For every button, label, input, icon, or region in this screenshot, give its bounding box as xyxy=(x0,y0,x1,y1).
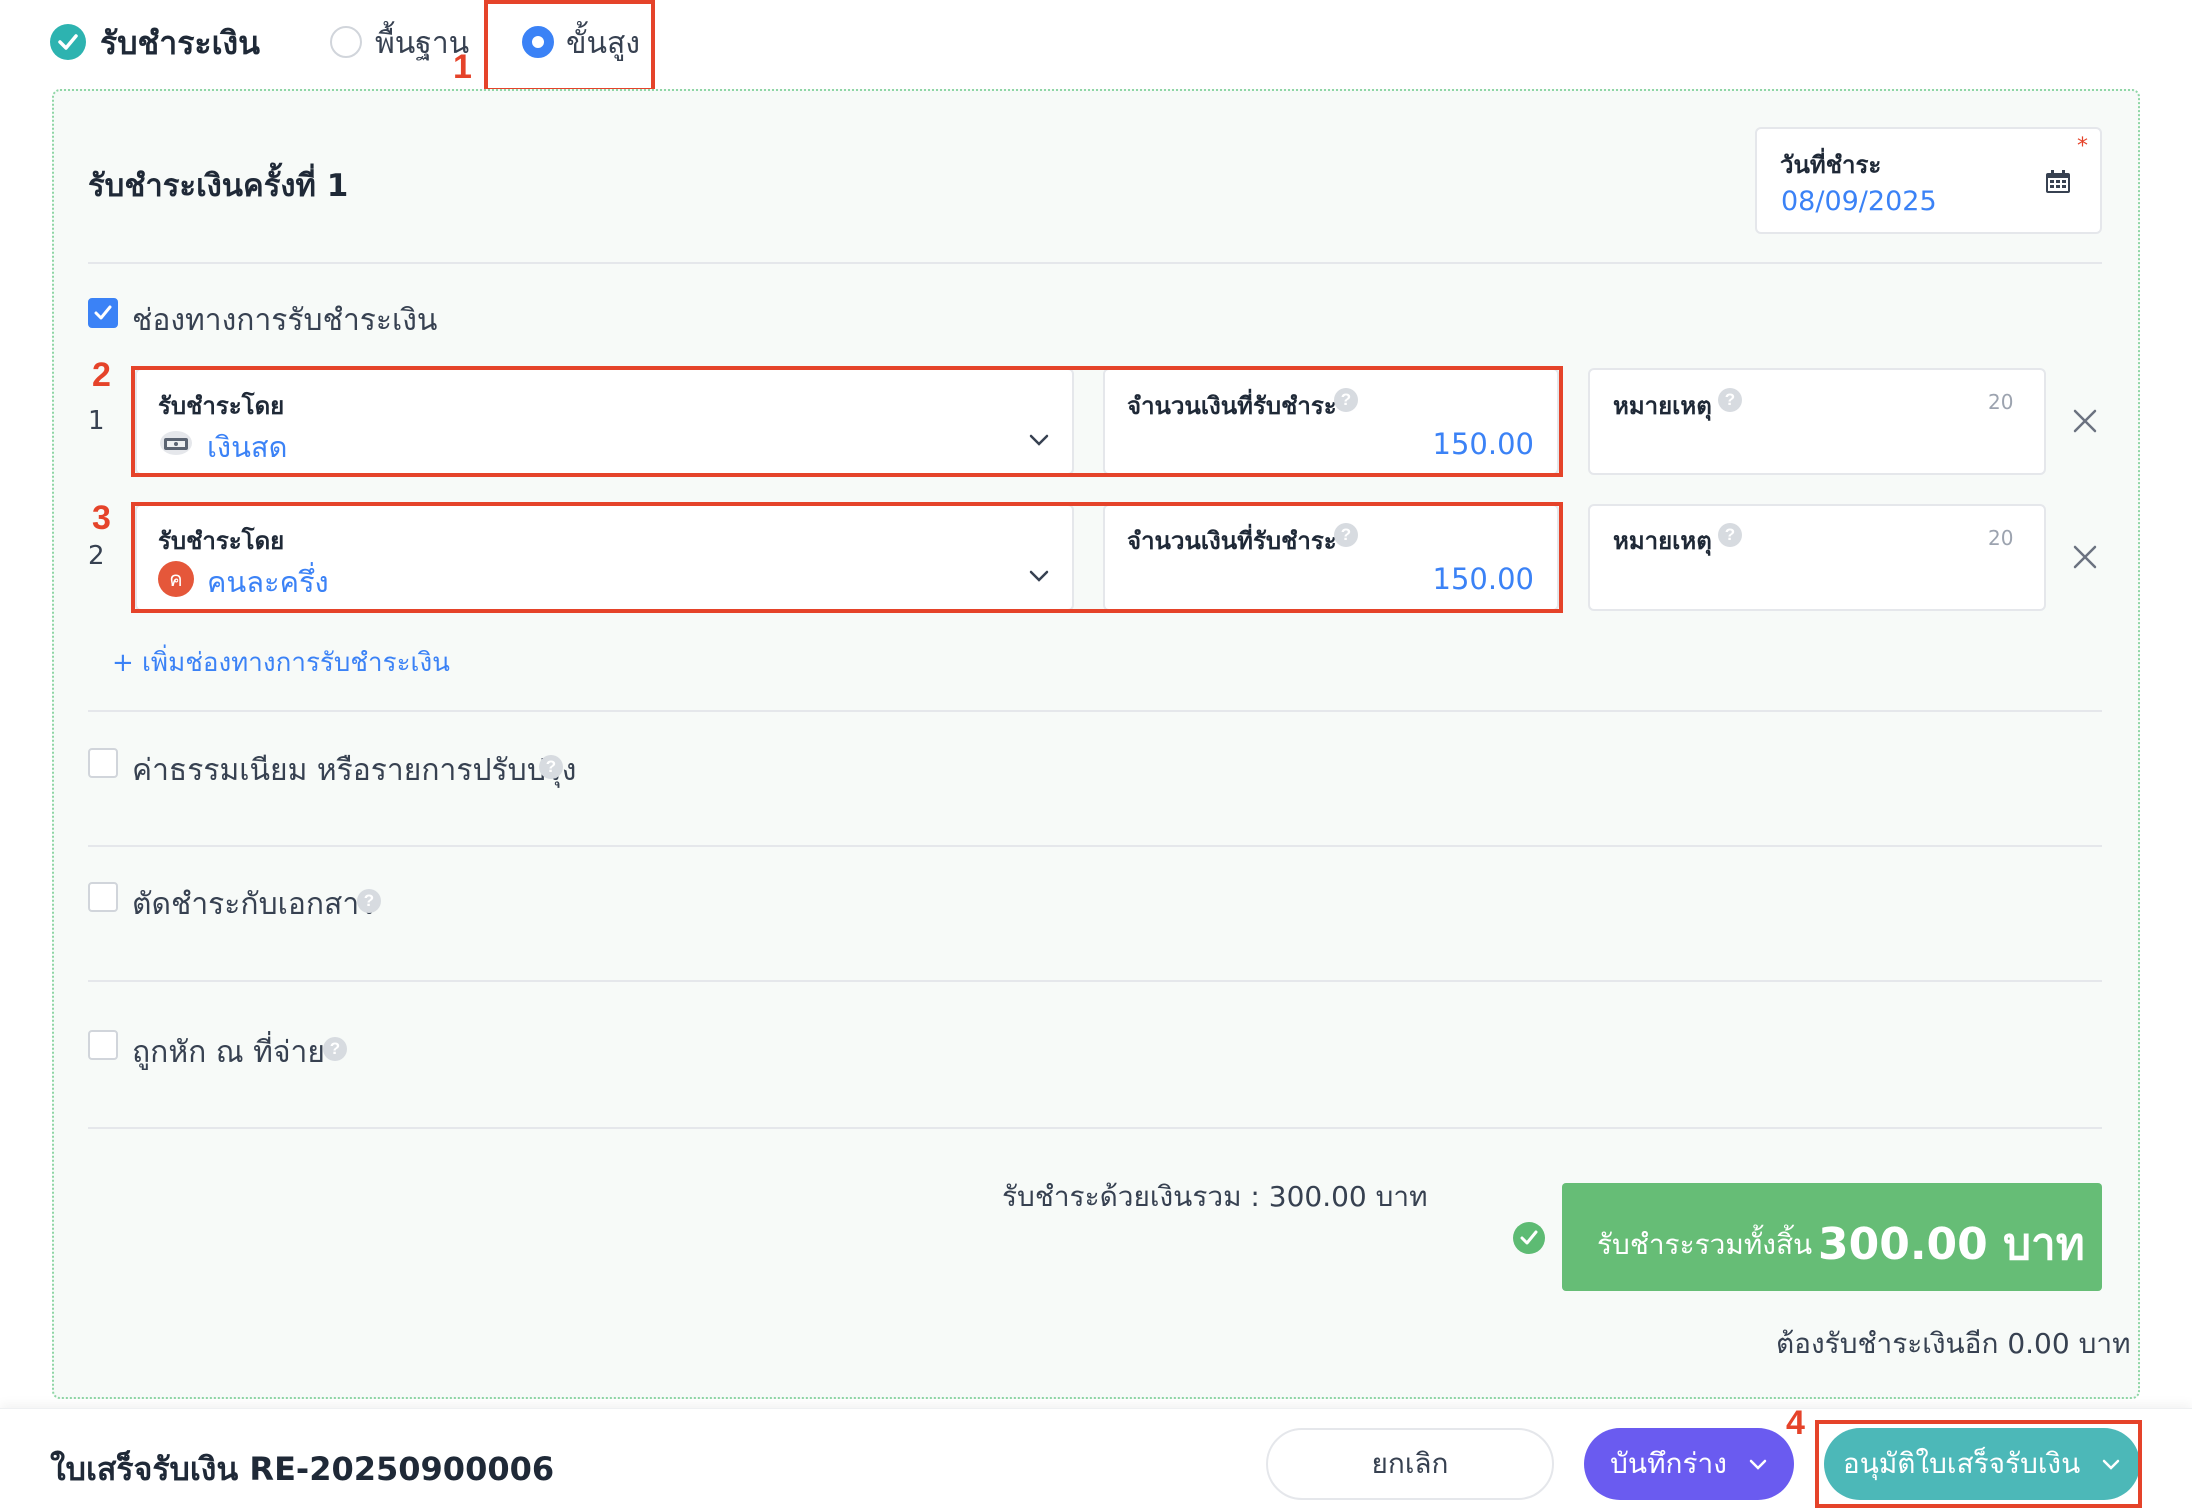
note-label: หมายเหตุ xyxy=(1613,527,1712,555)
note-label: หมายเหตุ xyxy=(1613,392,1712,420)
remaining-amount-text: ต้องรับชำระเงินอีก 0.00 บาท xyxy=(1776,1327,2131,1360)
help-icon[interactable]: ? xyxy=(1718,388,1742,412)
save-draft-button[interactable]: บันทึกร่าง xyxy=(1584,1428,1794,1500)
divider xyxy=(88,980,2102,982)
row-index: 2 xyxy=(88,541,105,571)
settle-document-label: ตัดชำระกับเอกสาร xyxy=(132,887,376,922)
payment-round-title: รับชำระเงินครั้งที่ 1 xyxy=(88,168,349,204)
annotation-box-1 xyxy=(484,0,655,92)
help-icon[interactable]: ? xyxy=(1718,523,1742,547)
payment-section-title: รับชำระเงิน xyxy=(100,24,260,62)
annotation-box-2 xyxy=(131,366,1563,477)
required-mark: * xyxy=(2077,134,2088,159)
total-label: รับชำระรวมทั้งสิ้น xyxy=(1597,1228,1813,1261)
help-icon[interactable]: ? xyxy=(539,755,563,779)
annotation-number-4: 4 xyxy=(1786,1404,1805,1442)
help-icon[interactable]: ? xyxy=(357,889,381,913)
calendar-icon[interactable] xyxy=(2045,170,2071,194)
document-title: ใบเสร็จรับเงิน RE-20250900006 xyxy=(50,1450,555,1488)
annotation-box-4 xyxy=(1815,1420,2142,1508)
withholding-tax-label: ถูกหัก ณ ที่จ่าย xyxy=(132,1035,325,1070)
remove-row-close-icon[interactable] xyxy=(2072,408,2098,434)
payment-channels-label: ช่องทางการรับชำระเงิน xyxy=(132,303,438,338)
divider xyxy=(88,710,2102,712)
annotation-number-2: 2 xyxy=(92,356,111,394)
annotation-box-3 xyxy=(131,502,1563,613)
remove-row-close-icon[interactable] xyxy=(2072,544,2098,570)
help-icon[interactable]: ? xyxy=(323,1037,347,1061)
row-index: 1 xyxy=(88,406,105,436)
withholding-tax-checkbox[interactable] xyxy=(88,1030,118,1060)
payment-date-label: วันที่ชำระ xyxy=(1780,151,1882,179)
annotation-number-3: 3 xyxy=(92,499,111,537)
save-draft-label: บันทึกร่าง xyxy=(1610,1447,1727,1480)
chevron-down-icon xyxy=(1749,1459,1767,1470)
payment-channels-checkbox[interactable] xyxy=(88,298,118,328)
fee-adjustment-checkbox[interactable] xyxy=(88,748,118,778)
checked-circle-icon xyxy=(50,24,86,60)
note-char-counter: 20 xyxy=(1988,390,2014,414)
note-char-counter: 20 xyxy=(1988,526,2014,550)
check-circle-icon xyxy=(1513,1222,1545,1254)
sum-received-text: รับชำระด้วยเงินรวม : 300.00 บาท xyxy=(1002,1180,1428,1213)
total-value: 300.00 บาท xyxy=(1818,1219,2085,1270)
payment-date-value[interactable]: 08/09/2025 xyxy=(1781,186,1937,217)
divider xyxy=(88,1127,2102,1129)
divider xyxy=(88,845,2102,847)
add-payment-channel-link[interactable]: + เพิ่มช่องทางการรับชำระเงิน xyxy=(112,642,450,683)
divider xyxy=(88,262,2102,264)
fee-adjustment-label: ค่าธรรมเนียม หรือรายการปรับปรุง xyxy=(132,753,577,788)
annotation-number-1: 1 xyxy=(453,48,472,86)
cancel-button[interactable]: ยกเลิก xyxy=(1266,1428,1554,1500)
settle-document-checkbox[interactable] xyxy=(88,882,118,912)
mode-basic-radio[interactable] xyxy=(330,26,362,58)
